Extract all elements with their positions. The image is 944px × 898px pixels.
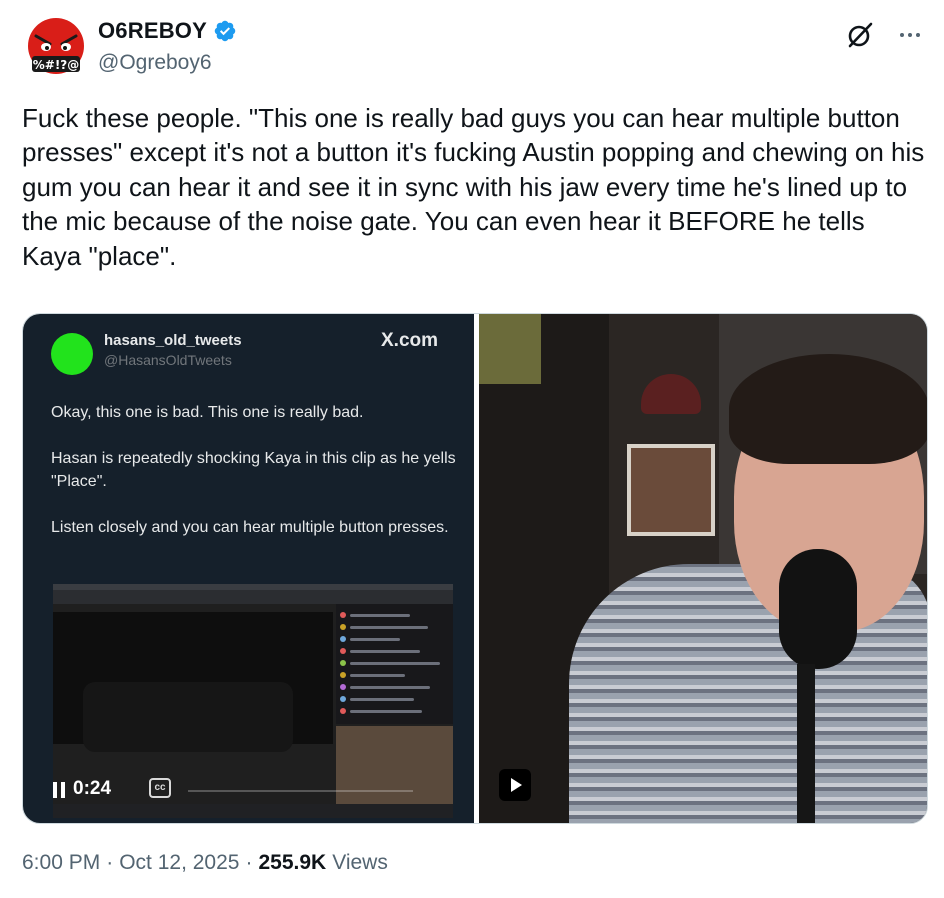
- embedded-handle: @HasansOldTweets: [104, 352, 232, 368]
- angry-face-swearing-icon: %#!?@: [23, 17, 89, 83]
- tweet-media: hasans_old_tweets @HasansOldTweets X.com…: [22, 313, 928, 824]
- chat-line: [350, 638, 400, 641]
- microphone: [779, 549, 857, 669]
- embedded-avatar: [51, 333, 93, 375]
- microphone-arm: [797, 664, 815, 823]
- video-time: 0:24: [73, 778, 112, 799]
- play-icon[interactable]: [499, 769, 531, 801]
- author-display-name[interactable]: O6REBOY: [98, 18, 207, 44]
- closed-captions-icon[interactable]: cc: [149, 778, 171, 798]
- more-horizontal-icon[interactable]: [893, 20, 927, 50]
- embedded-display-name: hasans_old_tweets: [104, 332, 242, 349]
- chat-line: [350, 626, 428, 629]
- background-picture-frame: [627, 444, 715, 536]
- chat-line: [350, 614, 410, 617]
- grok-slash-circle-icon[interactable]: [845, 20, 875, 50]
- chat-emote: [340, 708, 346, 714]
- left-video[interactable]: hasans_old_tweets @HasansOldTweets X.com…: [23, 314, 474, 823]
- pause-icon[interactable]: [53, 782, 65, 798]
- chat-line: [350, 698, 414, 701]
- stream-chat-panel: [336, 604, 453, 724]
- x-com-watermark: X.com: [381, 330, 439, 351]
- webcam-thumbnail: [336, 726, 453, 808]
- chat-emote: [340, 612, 346, 618]
- embedded-tweet-text: Okay, this one is bad. This one is reall…: [51, 404, 456, 536]
- author-avatar[interactable]: %#!?@: [22, 16, 90, 84]
- person-hair: [729, 354, 927, 464]
- tweet-text: Fuck these people. "This one is really b…: [22, 103, 932, 271]
- more-dot: [900, 33, 904, 37]
- chat-line: [350, 662, 440, 665]
- more-dot: [916, 33, 920, 37]
- background-hat: [641, 374, 701, 414]
- stream-video-area: [53, 612, 333, 752]
- right-video[interactable]: [479, 314, 927, 823]
- author-handle[interactable]: @Ogreboy6: [98, 51, 212, 75]
- avatar-text: %#!?@: [33, 58, 80, 72]
- tweet-time[interactable]: 6:00 PM: [22, 851, 100, 875]
- views-count[interactable]: 255.9K: [258, 851, 326, 875]
- tweet-meta: 6:00 PM · Oct 12, 2025 · 255.9K Views: [22, 851, 388, 875]
- tweet: %#!?@ O6REBOY @Ogreboy6 Fuck these peopl…: [0, 0, 944, 898]
- video-progress-bar[interactable]: [188, 790, 413, 792]
- browser-tab-bar: [53, 590, 453, 604]
- meta-separator: ·: [106, 851, 114, 874]
- embedded-screen-recording: [53, 584, 453, 818]
- views-label: Views: [332, 851, 388, 874]
- verified-badge-icon: [214, 20, 236, 42]
- chat-line: [350, 686, 430, 689]
- chat-emote: [340, 660, 346, 666]
- chat-emote: [340, 624, 346, 630]
- os-taskbar: [53, 804, 453, 818]
- author-name-row[interactable]: O6REBOY: [98, 18, 237, 44]
- chat-emote: [340, 672, 346, 678]
- meta-separator: ·: [245, 851, 253, 874]
- chat-line: [350, 674, 405, 677]
- more-dot: [908, 33, 912, 37]
- background-poster: [479, 314, 541, 384]
- chat-emote: [340, 636, 346, 642]
- chat-emote: [340, 684, 346, 690]
- tweet-date[interactable]: Oct 12, 2025: [119, 851, 239, 875]
- chat-line: [350, 710, 422, 713]
- couch-shape: [83, 682, 293, 752]
- chat-emote: [340, 696, 346, 702]
- chat-line: [350, 650, 420, 653]
- chat-emote: [340, 648, 346, 654]
